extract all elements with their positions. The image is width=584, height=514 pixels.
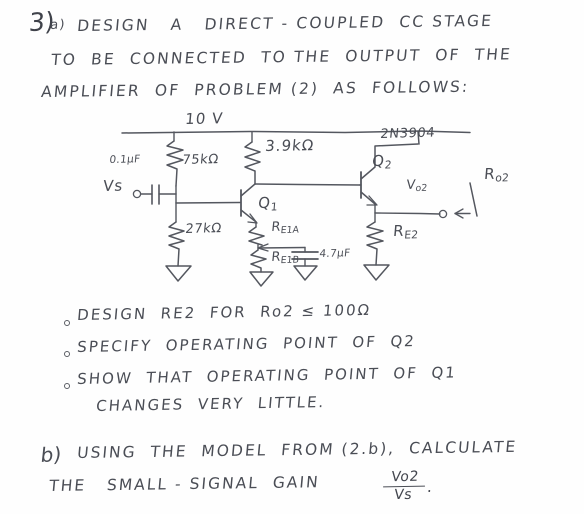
supply-voltage-label: 10 V bbox=[184, 109, 225, 128]
requirement-item-2: SPECIFY OPERATING POINT OF Q2 bbox=[76, 332, 417, 356]
input-source-label: Vs bbox=[102, 176, 125, 195]
re1a-label: RE1A bbox=[270, 219, 300, 237]
handwritten-page: 3) a) DESIGN A DIRECT - COUPLED CC STAGE… bbox=[0, 0, 584, 514]
requirement-item-1: DESIGN RE2 FOR Ro2 ≤ 100Ω bbox=[76, 300, 372, 324]
part-b-line-1: USING THE MODEL FROM (2.b), CALCULATE bbox=[76, 437, 518, 462]
gain-denominator: Vs bbox=[393, 486, 413, 504]
output-voltage-label: Vo2 bbox=[405, 177, 428, 195]
bullet-marker bbox=[64, 320, 70, 326]
requirement-item-4: CHANGES VERY LITTLE. bbox=[95, 393, 327, 415]
collector-resistor-label: 3.9kΩ bbox=[264, 136, 316, 155]
bias-resistor-upper-label: 75kΩ bbox=[181, 152, 220, 168]
heading-line-3: AMPLIFIER OF PROBLEM (2) AS FOLLOWS: bbox=[40, 77, 471, 101]
requirement-item-3: SHOW THAT OPERATING POINT OF Q1 bbox=[76, 363, 458, 388]
bias-resistor-lower-label: 27kΩ bbox=[184, 221, 223, 237]
output-resistance-label: Ro2 bbox=[483, 164, 510, 185]
bypass-capacitor-label: 4.7µF bbox=[318, 247, 352, 260]
bullet-marker bbox=[64, 383, 70, 389]
part-b-label: b) bbox=[39, 442, 63, 467]
part-b-line-2: THE SMALL - SIGNAL GAIN bbox=[48, 473, 321, 495]
part-a-label: a) bbox=[49, 17, 67, 33]
q2-label: Q2 bbox=[371, 151, 393, 172]
transistor-part-number-label: 2N3904 bbox=[379, 125, 436, 142]
heading-line-2: TO BE CONNECTED TO THE OUTPUT OF THE bbox=[50, 45, 513, 69]
bullet-marker bbox=[64, 351, 70, 357]
q1-label: Q1 bbox=[257, 193, 279, 214]
trailing-punctuation: . bbox=[426, 477, 435, 496]
re1b-label: RE1B bbox=[270, 249, 300, 267]
gain-fraction: Vo2 Vs bbox=[381, 468, 427, 504]
gain-numerator: Vo2 bbox=[390, 468, 420, 486]
coupling-capacitor-label: 0.1µF bbox=[108, 153, 142, 166]
heading-line-1: DESIGN A DIRECT - COUPLED CC STAGE bbox=[76, 11, 494, 35]
re2-label: RE2 bbox=[392, 221, 419, 242]
